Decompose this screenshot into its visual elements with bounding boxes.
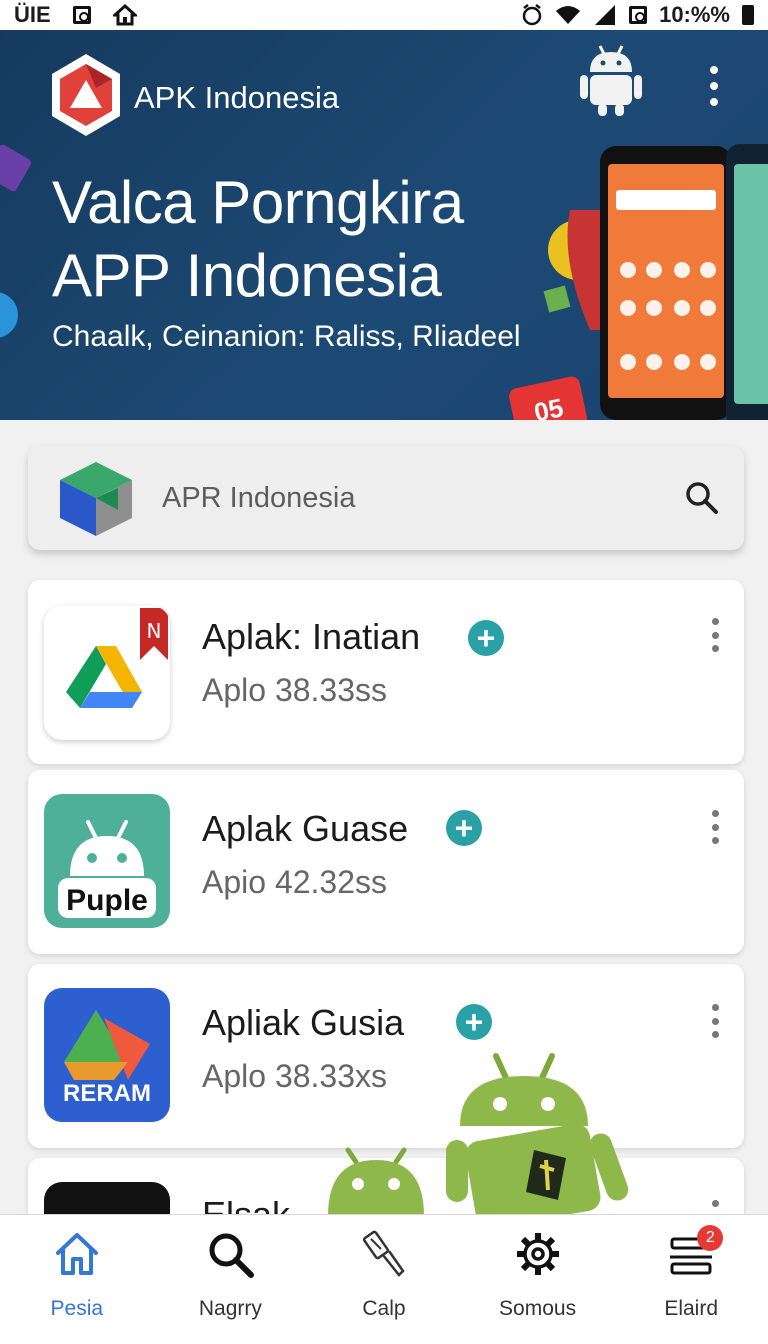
app-icon: RERAM	[44, 988, 170, 1122]
app-list-item[interactable]: RERAM Apliak Gusia Aplo 38.33xs +	[28, 964, 744, 1148]
signal-icon	[595, 5, 616, 25]
app-name: Aplak: Inatian	[202, 616, 421, 657]
phones-illustration	[543, 144, 768, 420]
app-meta: Aplo 38.33ss	[202, 672, 388, 708]
app-icon	[44, 1182, 170, 1218]
brush-icon	[362, 1230, 405, 1277]
more-options-button[interactable]	[706, 1004, 724, 1038]
decorative-shape	[0, 143, 33, 193]
add-button[interactable]: +	[456, 1004, 492, 1040]
notification-box-icon	[629, 6, 648, 24]
wifi-icon	[556, 6, 581, 24]
app-icon: N	[44, 606, 170, 740]
nav-label: Nagrry	[198, 1297, 262, 1320]
app-meta: Apio 42.32ss	[202, 864, 388, 900]
hero-title-line2: APP Indonesia	[52, 242, 442, 309]
hero-subtitle: Chaalk, Ceinanion: Raliss, Rliadeel	[52, 320, 521, 353]
decorative-circle	[0, 292, 18, 338]
hero-banner: APK Indonesia Valca Porngkira APP Indone…	[0, 30, 768, 420]
alarm-icon	[522, 4, 542, 26]
app-list-item[interactable]: Puple Aplak Guase Apio 42.32ss +	[28, 770, 744, 954]
nav-label: Calp	[362, 1297, 406, 1320]
nav-item-list[interactable]: 2 Elaird	[614, 1215, 768, 1344]
search-icon[interactable]	[684, 480, 720, 516]
hero-brand-name: APK Indonesia	[134, 80, 340, 115]
nav-label: Somous	[499, 1297, 577, 1320]
notification-badge: 2	[697, 1225, 724, 1251]
nav-item-brush[interactable]: Calp	[307, 1215, 461, 1344]
drive-triangle-icon: N	[66, 608, 168, 708]
nav-item-search[interactable]: Nagrry	[154, 1215, 308, 1344]
nav-label: Elaird	[664, 1297, 719, 1320]
hero-title: Valca Porngkira APP Indonesia	[52, 166, 464, 312]
dot-icon	[710, 66, 718, 74]
apr-cube-logo	[60, 462, 132, 536]
app-icon-text: Puple	[66, 884, 148, 917]
search-bar[interactable]: APR Indonesia	[28, 446, 744, 550]
search-icon	[209, 1233, 255, 1278]
nav-item-settings[interactable]: Somous	[461, 1215, 615, 1344]
svg-text:N: N	[147, 619, 162, 643]
status-time: 10:%%	[659, 2, 730, 27]
app-list-item[interactable]: N Aplak: Inatian Aplo 38.33ss +	[28, 580, 744, 764]
status-bar: ÜIE 10:%%	[0, 0, 768, 30]
app-icon-text: RERAM	[63, 1080, 151, 1107]
app-name: Apliak Gusia	[202, 1002, 405, 1043]
hero-title-line1: Valca Porngkira	[52, 169, 464, 236]
home-status-icon	[112, 4, 137, 26]
app-list-item[interactable]: Elsak	[28, 1158, 744, 1218]
dot-icon	[710, 82, 718, 90]
hero-badge: 05	[507, 375, 589, 420]
nav-label: Pesia	[50, 1297, 104, 1320]
add-button[interactable]: +	[446, 810, 482, 846]
status-left-text: ÜIE	[14, 2, 51, 27]
battery-icon	[742, 5, 754, 25]
bottom-navigation: Pesia Nagrry Calp Somous 2 Elaird	[0, 1214, 768, 1344]
nav-item-home[interactable]: Pesia	[0, 1215, 154, 1344]
add-button[interactable]: +	[468, 620, 504, 656]
app-icon: Puple	[44, 794, 170, 928]
gear-icon	[516, 1233, 559, 1275]
search-input[interactable]: APR Indonesia	[162, 482, 684, 515]
app-name: Aplak Guase	[202, 808, 409, 849]
camera-icon	[72, 6, 91, 24]
apk-indonesia-logo	[52, 54, 120, 136]
more-options-button[interactable]	[706, 810, 724, 844]
app-meta: Aplo 38.33xs	[202, 1058, 388, 1094]
home-icon	[55, 1233, 98, 1275]
more-options-button[interactable]	[706, 618, 724, 652]
